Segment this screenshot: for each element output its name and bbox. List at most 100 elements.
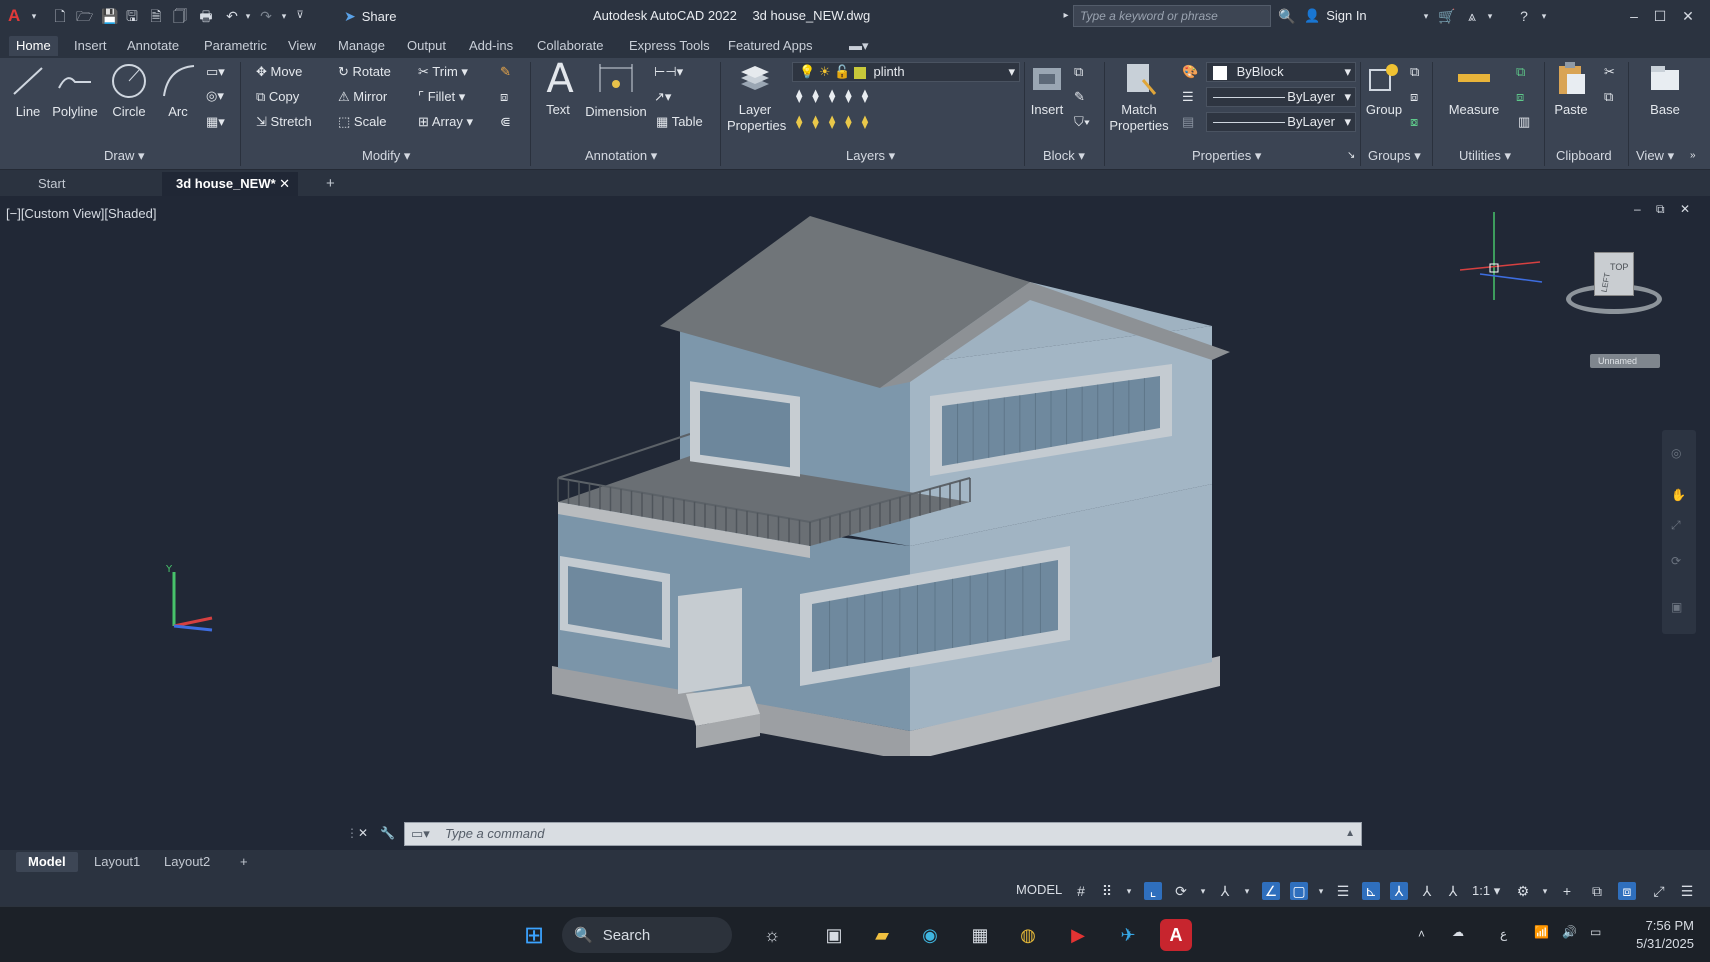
annotation-scale-icon[interactable]: ⅄	[1444, 882, 1462, 900]
text-button[interactable]: A Text	[540, 59, 576, 117]
tab-parametric[interactable]: Parametric	[197, 36, 274, 56]
command-customize-icon[interactable]: 🔧	[380, 826, 395, 840]
command-close-icon[interactable]: ✕	[358, 826, 368, 840]
auto-scale-icon[interactable]: ⅄	[1418, 882, 1436, 900]
widgets-icon[interactable]: ☼	[756, 919, 788, 951]
trim-button[interactable]: ✂ Trim ▾	[418, 64, 468, 80]
model-space-button[interactable]: MODEL	[1016, 882, 1062, 897]
scale-button[interactable]: ⬚ Scale	[338, 114, 386, 130]
ribbon-overflow-icon[interactable]: »	[1690, 150, 1696, 161]
polar-icon[interactable]: ⟳	[1172, 882, 1190, 900]
expand-search-icon[interactable]: ▸	[1058, 8, 1074, 24]
share-button[interactable]: ➤ Share	[344, 8, 396, 25]
snap-dropdown-icon[interactable]: ▾	[1120, 882, 1138, 900]
panel-draw[interactable]: Draw ▾	[104, 148, 144, 164]
redo-dropdown-icon[interactable]: ▾	[276, 8, 292, 24]
save-web-icon[interactable]: 🗍	[172, 8, 188, 24]
calculator-icon[interactable]: ▥	[1518, 114, 1530, 130]
create-block-icon[interactable]: ⧉	[1074, 64, 1083, 80]
close-icon[interactable]: ✕	[1680, 8, 1696, 24]
start-tab[interactable]: Start	[24, 172, 79, 196]
tab-view[interactable]: View	[281, 36, 323, 56]
minimize-icon[interactable]: –	[1626, 8, 1642, 24]
chrome-icon[interactable]: ◍	[1012, 919, 1044, 951]
transparency-icon[interactable]: ▤	[1182, 114, 1194, 130]
named-view-dropdown[interactable]: Unnamed	[1590, 354, 1660, 368]
workspace-dropdown-icon[interactable]: ▾	[1536, 882, 1554, 900]
onedrive-icon[interactable]: ☁	[1452, 925, 1464, 939]
panel-modify[interactable]: Modify ▾	[362, 148, 410, 164]
quick-select-icon[interactable]: ⧉	[1516, 64, 1525, 80]
taskbar-search-box[interactable]: 🔍 Search	[562, 917, 732, 953]
undo-icon[interactable]: ↶	[224, 8, 240, 24]
ungroup-icon[interactable]: ⧉	[1410, 64, 1419, 80]
zoom-extents-icon[interactable]: ⤢	[1671, 518, 1681, 533]
block-attributes-icon[interactable]: ⛉▾	[1074, 114, 1090, 130]
drawing-tab[interactable]: 3d house_NEW* ✕	[162, 172, 298, 196]
isodraft-dropdown-icon[interactable]: ▾	[1238, 882, 1256, 900]
table-button[interactable]: ▦ Table	[656, 114, 703, 130]
recent-commands-icon[interactable]: ▭▾	[411, 823, 430, 845]
copy-button[interactable]: ⧉ Copy	[256, 89, 299, 105]
panel-properties[interactable]: Properties ▾	[1192, 148, 1261, 164]
close-tab-icon[interactable]: ✕	[279, 172, 290, 196]
offset-icon[interactable]: ⋐	[500, 114, 511, 130]
pan-icon[interactable]: ✋	[1671, 488, 1686, 502]
layer-properties-button[interactable]: Layer Properties	[722, 60, 788, 134]
lineweight-toggle-icon[interactable]: ☰	[1334, 882, 1352, 900]
clock[interactable]: 7:56 PM 5/31/2025	[1622, 917, 1694, 953]
house-3d-model[interactable]	[510, 216, 1240, 756]
grid-icon[interactable]: #	[1072, 882, 1090, 900]
layout-tab-layout2[interactable]: Layout2	[152, 852, 222, 872]
viewport-controls-label[interactable]: [−][Custom View][Shaded]	[6, 206, 156, 221]
group-edit-icon[interactable]: ⧈	[1410, 89, 1418, 105]
snap-icon[interactable]: ⠿	[1098, 882, 1116, 900]
tab-insert[interactable]: Insert	[67, 36, 114, 56]
language-icon[interactable]: ع	[1500, 927, 1507, 941]
sign-in-button[interactable]: 👤 Sign In	[1304, 8, 1367, 24]
store-icon[interactable]: ▦	[964, 919, 996, 951]
lineweight-dropdown[interactable]: ByLayer ▾	[1206, 112, 1356, 132]
customize-toolbar-icon[interactable]: ⊽	[292, 8, 308, 24]
maximize-icon[interactable]: ☐	[1652, 8, 1668, 24]
battery-icon[interactable]: ▭	[1590, 925, 1601, 939]
sign-in-dropdown-icon[interactable]: ▾	[1418, 8, 1434, 24]
insert-button[interactable]: Insert	[1026, 60, 1068, 117]
paste-button[interactable]: Paste	[1548, 60, 1594, 117]
panel-utilities[interactable]: Utilities ▾	[1459, 148, 1511, 164]
tab-home[interactable]: Home	[9, 36, 58, 56]
panel-groups[interactable]: Groups ▾	[1368, 148, 1421, 164]
command-grip-icon[interactable]: ⋮	[346, 826, 358, 840]
annotation-monitor-icon[interactable]: +	[1558, 882, 1576, 900]
panel-layers[interactable]: Layers ▾	[846, 148, 895, 164]
command-history-icon[interactable]: ▲	[1345, 823, 1355, 845]
status-customize-icon[interactable]: ☰	[1678, 882, 1696, 900]
edit-block-icon[interactable]: ✎	[1074, 89, 1085, 105]
circle-button[interactable]: Circle	[108, 62, 150, 119]
autocad-logo-icon[interactable]: A	[8, 6, 24, 25]
help-search-input[interactable]: Type a keyword or phrase	[1073, 5, 1271, 27]
object-snap-tracking-icon[interactable]: ∠	[1262, 882, 1280, 900]
plot-icon[interactable]: 🖶	[198, 8, 214, 24]
lineweight-icon[interactable]: ☰	[1182, 89, 1194, 105]
hatch-icon[interactable]: ◎▾	[206, 88, 224, 104]
telegram-icon[interactable]: ✈	[1112, 919, 1144, 951]
task-view-icon[interactable]: ▣	[818, 919, 850, 951]
dimension-button[interactable]: Dimension	[584, 62, 648, 119]
properties-launcher-icon[interactable]: ↘	[1347, 150, 1355, 161]
open-web-icon[interactable]: 🗎	[148, 8, 164, 24]
object-snap-dropdown-icon[interactable]: ▾	[1312, 882, 1330, 900]
viewport-minimize-icon[interactable]: –	[1634, 202, 1641, 216]
rotate-button[interactable]: ↻ Rotate	[338, 64, 391, 80]
scale-dropdown[interactable]: 1:1 ▾	[1472, 883, 1500, 899]
annotation-visibility-icon[interactable]: ⅄	[1390, 882, 1408, 900]
file-explorer-icon[interactable]: ▰	[866, 919, 898, 951]
help-icon[interactable]: ?	[1516, 8, 1532, 24]
linetype-dropdown[interactable]: ByLayer ▾	[1206, 87, 1356, 107]
rectangle-icon[interactable]: ▭▾	[206, 64, 225, 80]
panel-view[interactable]: View ▾	[1636, 148, 1674, 164]
color-dropdown[interactable]: ByBlock ▾	[1206, 62, 1356, 82]
tab-collaborate[interactable]: Collaborate	[530, 36, 611, 56]
leader-icon[interactable]: ↗▾	[654, 89, 671, 105]
move-button[interactable]: ✥ Move	[256, 64, 302, 80]
